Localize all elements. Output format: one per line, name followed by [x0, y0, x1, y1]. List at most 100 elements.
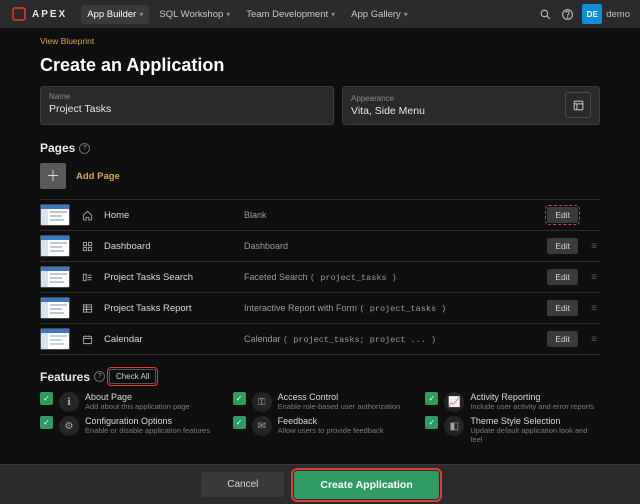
nav-app-gallery[interactable]: App Gallery ▾	[345, 5, 414, 24]
page-name: Calendar	[104, 334, 234, 345]
page-row: Project Tasks Search Faceted Search ( pro…	[40, 261, 600, 292]
footer-bar: Cancel Create Application	[0, 464, 640, 504]
feature-checkbox[interactable]: ✓	[233, 392, 246, 405]
cancel-button[interactable]: Cancel	[201, 472, 284, 497]
edit-page-button[interactable]: Edit	[547, 331, 578, 347]
brand[interactable]: APEX	[12, 7, 67, 21]
edit-page-button[interactable]: Edit	[547, 269, 578, 285]
nav-label: App Builder	[87, 9, 136, 20]
nav-sql-workshop[interactable]: SQL Workshop ▾	[153, 5, 236, 24]
name-field[interactable]: Name	[40, 86, 334, 125]
view-blueprint-link[interactable]: View Blueprint	[40, 36, 94, 46]
brand-text: APEX	[32, 9, 67, 20]
page-title: Create an Application	[40, 55, 600, 76]
page-row: Calendar Calendar ( project_tasks; projec…	[40, 323, 600, 355]
drag-handle-icon[interactable]: ≡	[588, 241, 600, 252]
feature-desc: Update default application look and feel	[470, 426, 600, 444]
feature-desc: Enable or disable application features	[85, 426, 210, 435]
home-icon	[80, 210, 94, 221]
feature-checkbox[interactable]: ✓	[40, 416, 53, 429]
feature-item: ✓ ⚙ Configuration OptionsEnable or disable…	[40, 416, 215, 444]
add-page-label: Add Page	[76, 171, 120, 182]
page-type: Interactive Report with Form ( project_t…	[244, 303, 537, 314]
page-name: Project Tasks Search	[104, 272, 234, 283]
nav-label: Team Development	[246, 9, 328, 20]
page-type: Calendar ( project_tasks; project ... )	[244, 334, 537, 345]
feature-item: ✓◧Theme Style SelectionUpdate default ap…	[425, 416, 600, 444]
page-type: Dashboard	[244, 241, 537, 251]
appearance-label: Appearance	[351, 94, 557, 103]
plus-icon: ＋	[40, 163, 66, 189]
name-input[interactable]	[49, 103, 325, 115]
edit-page-button[interactable]: Edit	[547, 207, 578, 223]
name-label: Name	[49, 92, 325, 101]
nav-items: App Builder ▾ SQL Workshop ▾ Team Develo…	[81, 5, 414, 24]
feature-checkbox[interactable]: ✓	[40, 392, 53, 405]
search-icon[interactable]	[534, 3, 556, 25]
appearance-picker-button[interactable]	[565, 92, 591, 118]
chevron-down-icon: ▾	[404, 10, 408, 19]
feature-icon: ⚙	[59, 416, 79, 436]
page-row: Dashboard Dashboard Edit ≡	[40, 230, 600, 261]
drag-handle-icon[interactable]: ≡	[588, 334, 600, 345]
feature-icon: ⚿	[252, 392, 272, 412]
top-nav: APEX App Builder ▾ SQL Workshop ▾ Team D…	[0, 0, 640, 28]
page-thumbnail-icon	[40, 235, 70, 257]
check-all-button[interactable]: Check All	[109, 369, 156, 384]
feature-checkbox[interactable]: ✓	[425, 392, 438, 405]
drag-handle-icon[interactable]: ≡	[588, 272, 600, 283]
page-name: Dashboard	[104, 241, 234, 252]
feature-title: Feedback	[278, 416, 384, 426]
user-name: demo	[606, 9, 630, 20]
help-icon[interactable]: ?	[79, 143, 90, 154]
feature-title: Theme Style Selection	[470, 416, 600, 426]
chevron-down-icon: ▾	[331, 10, 335, 19]
feature-desc: Enable role-based user authorization	[278, 402, 401, 411]
oracle-logo-icon	[12, 7, 26, 21]
dash-icon	[80, 241, 94, 252]
table-icon	[80, 303, 94, 314]
chevron-down-icon: ▾	[226, 10, 230, 19]
features-heading: Features	[40, 370, 90, 384]
add-page-button[interactable]: ＋ Add Page	[40, 163, 600, 189]
user-avatar[interactable]: DE	[582, 4, 602, 24]
feature-icon: ✉	[252, 416, 272, 436]
feature-title: About Page	[85, 392, 190, 402]
create-application-button[interactable]: Create Application	[294, 471, 438, 499]
page-row: HomeBlankEdit	[40, 199, 600, 230]
content: View Blueprint Create an Application Nam…	[0, 28, 640, 504]
feature-icon: 📈	[444, 392, 464, 412]
feature-item: ✓⚿Access ControlEnable role-based user a…	[233, 392, 408, 412]
feature-desc: Add about this application page	[85, 402, 190, 411]
help-icon[interactable]	[556, 3, 578, 25]
feature-item: ✓ 📈 Activity ReportingInclude user activit…	[425, 392, 600, 412]
feature-item: ✓ ✉ FeedbackAllow users to provide feedbac…	[233, 416, 408, 444]
edit-page-button[interactable]: Edit	[547, 238, 578, 254]
page-name: Home	[104, 210, 234, 221]
feature-desc: Allow users to provide feedback	[278, 426, 384, 435]
appearance-field: Appearance Vita, Side Menu	[342, 86, 600, 125]
page-row: Project Tasks Report Interactive Report w…	[40, 292, 600, 323]
pages-heading: Pages	[40, 141, 75, 155]
page-thumbnail-icon	[40, 204, 70, 226]
page-thumbnail-icon	[40, 328, 70, 350]
cal-icon	[80, 334, 94, 345]
feature-item: ✓ℹAbout PageAdd about this application p…	[40, 392, 215, 412]
page-name: Project Tasks Report	[104, 303, 234, 314]
nav-team-development[interactable]: Team Development ▾	[240, 5, 341, 24]
page-type: Faceted Search ( project_tasks )	[244, 272, 537, 283]
nav-label: App Gallery	[351, 9, 401, 20]
feature-checkbox[interactable]: ✓	[425, 416, 438, 429]
pages-list: HomeBlankEditDashboardDashboardEdit≡Proj…	[40, 199, 600, 355]
feature-checkbox[interactable]: ✓	[233, 416, 246, 429]
edit-page-button[interactable]: Edit	[547, 300, 578, 316]
feature-title: Configuration Options	[85, 416, 210, 426]
drag-handle-icon[interactable]: ≡	[588, 303, 600, 314]
features-grid: ✓ℹAbout PageAdd about this application p…	[40, 392, 600, 444]
page-thumbnail-icon	[40, 297, 70, 319]
search-icon	[80, 272, 94, 283]
help-icon[interactable]: ?	[94, 371, 105, 382]
feature-desc: Include user activity and error reports	[470, 402, 594, 411]
nav-app-builder[interactable]: App Builder ▾	[81, 5, 149, 24]
feature-title: Activity Reporting	[470, 392, 594, 402]
